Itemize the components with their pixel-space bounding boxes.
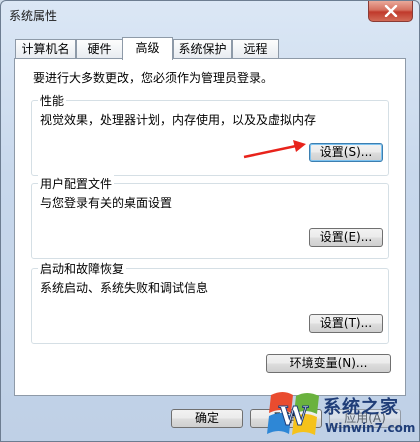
close-icon <box>384 5 397 17</box>
tab-hardware[interactable]: 硬件 <box>76 39 123 58</box>
ok-button[interactable]: 确定 <box>171 409 243 428</box>
tab-computer-name[interactable]: 计算机名 <box>15 39 76 58</box>
close-button[interactable] <box>368 1 413 22</box>
watermark-url: Winwin7.com <box>325 421 416 435</box>
performance-description: 视觉效果，处理器计划，内存使用，以及及虚拟内存 <box>40 113 317 127</box>
performance-title: 性能 <box>38 92 67 109</box>
windows-logo-icon: W <box>267 392 319 435</box>
window-title: 系统属性 <box>9 9 58 23</box>
user-profiles-settings-button[interactable]: 设置(E)... <box>309 228 383 247</box>
watermark: W 系统之家 Winwin7.com <box>265 385 420 442</box>
startup-recovery-description: 系统启动、系统失败和调试信息 <box>40 281 209 295</box>
tab-remote[interactable]: 远程 <box>232 39 279 58</box>
tab-content-panel: 要进行大多数更改，您必须作为管理员登录。 性能 视觉效果，处理器计划，内存使用，… <box>14 58 406 396</box>
performance-settings-button[interactable]: 设置(S)... <box>309 143 383 162</box>
tab-advanced[interactable]: 高级 <box>122 37 173 60</box>
tab-system-protection[interactable]: 系统保护 <box>173 39 232 58</box>
startup-recovery-group: 启动和故障恢复 系统启动、系统失败和调试信息 设置(T)... <box>31 260 389 344</box>
user-profiles-title: 用户配置文件 <box>38 175 115 192</box>
startup-recovery-title: 启动和故障恢复 <box>38 260 127 277</box>
user-profiles-description: 与您登录有关的桌面设置 <box>40 196 173 210</box>
watermark-title: 系统之家 <box>323 397 399 418</box>
svg-text:W: W <box>278 402 309 432</box>
admin-note: 要进行大多数更改，您必须作为管理员登录。 <box>33 71 274 85</box>
startup-recovery-settings-button[interactable]: 设置(T)... <box>309 314 383 333</box>
performance-group: 性能 视觉效果，处理器计划，内存使用，以及及虚拟内存 设置(S)... <box>31 92 389 176</box>
user-profiles-group: 用户配置文件 与您登录有关的桌面设置 设置(E)... <box>31 175 389 259</box>
environment-variables-button[interactable]: 环境变量(N)... <box>266 354 391 373</box>
system-properties-window: 系统属性 计算机名 硬件 高级 系统保护 远程 要进行大多数更改，您必须作为管理… <box>0 0 420 442</box>
